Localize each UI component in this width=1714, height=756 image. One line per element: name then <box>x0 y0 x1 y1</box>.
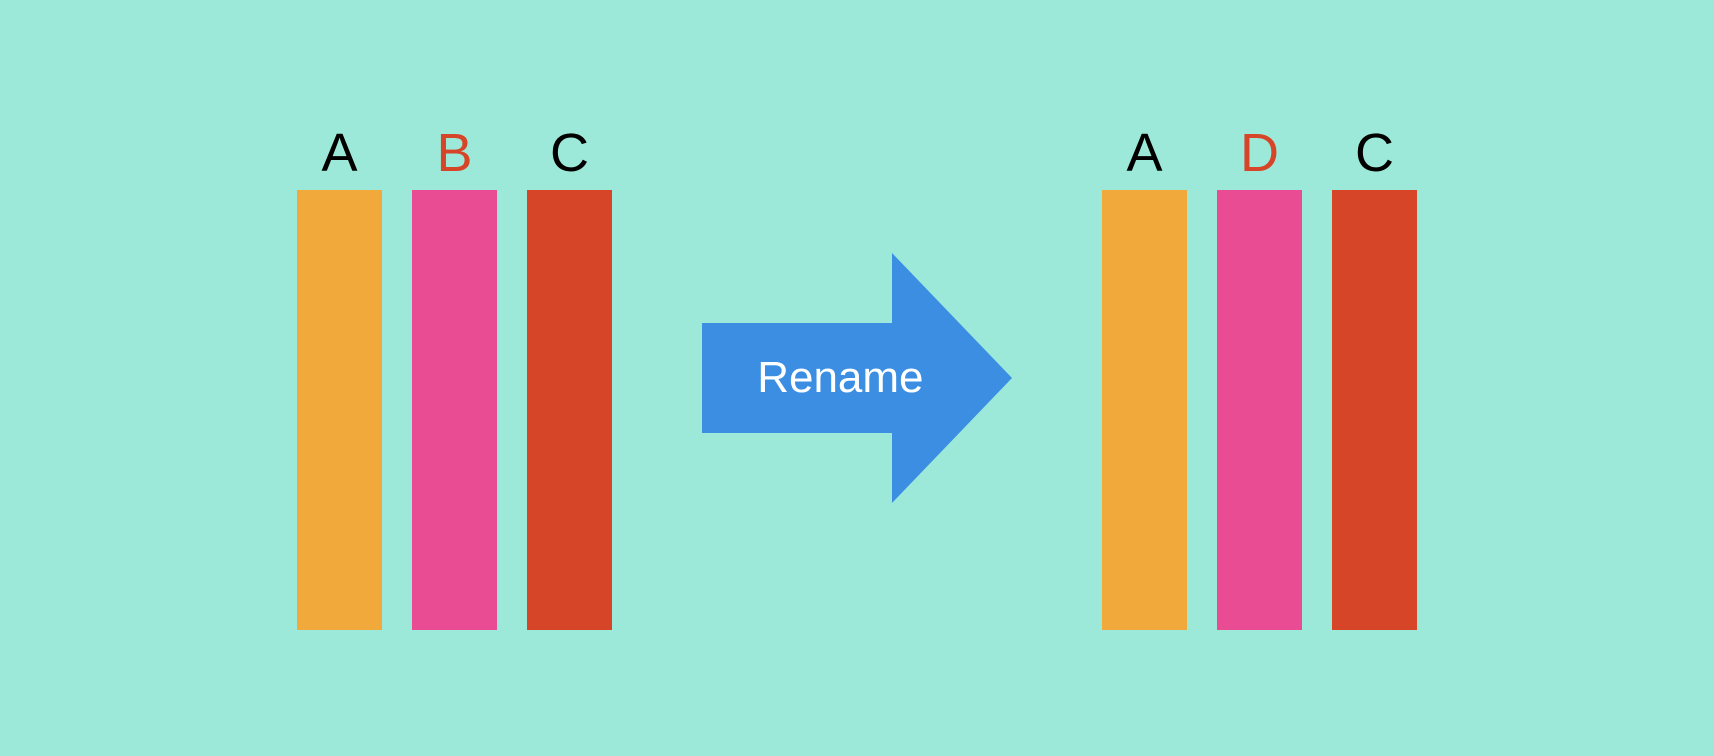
column-label: C <box>550 126 589 180</box>
column-bar <box>527 190 612 630</box>
rename-arrow: Rename <box>702 253 1012 503</box>
column-group-after: A D C <box>1102 126 1417 630</box>
column-bar <box>1217 190 1302 630</box>
column-group-before: A B C <box>297 126 612 630</box>
column-label-highlight: B <box>436 126 472 180</box>
column-before-2: C <box>527 126 612 630</box>
column-after-2: C <box>1332 126 1417 630</box>
column-label: A <box>321 126 357 180</box>
column-after-1: D <box>1217 126 1302 630</box>
column-before-0: A <box>297 126 382 630</box>
column-after-0: A <box>1102 126 1187 630</box>
column-label-highlight: D <box>1240 126 1279 180</box>
column-bar <box>1102 190 1187 630</box>
column-bar <box>412 190 497 630</box>
column-bar <box>297 190 382 630</box>
column-label: C <box>1355 126 1394 180</box>
arrow-label: Rename <box>757 353 923 403</box>
column-before-1: B <box>412 126 497 630</box>
column-bar <box>1332 190 1417 630</box>
column-label: A <box>1126 126 1162 180</box>
